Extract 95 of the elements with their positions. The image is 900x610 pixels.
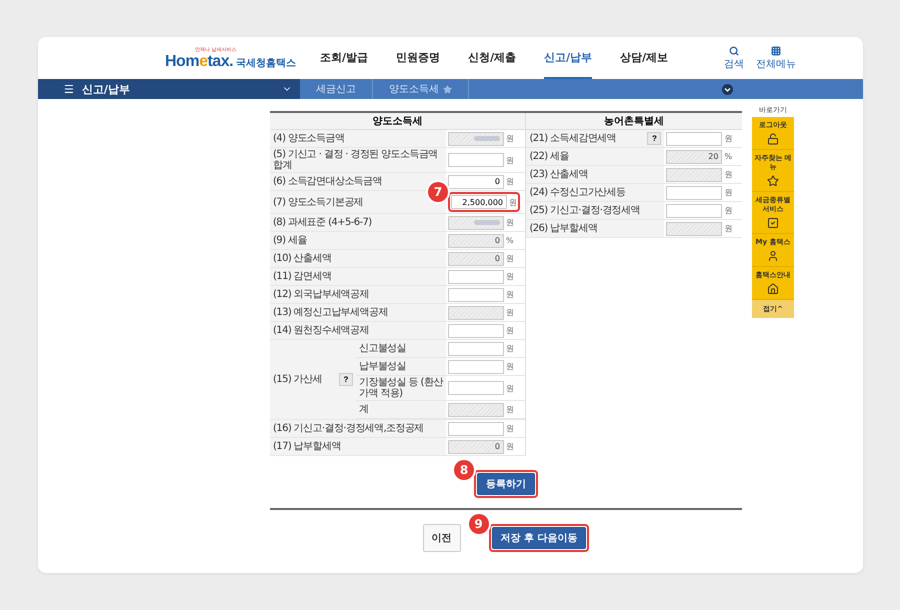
unit-label: 원 <box>506 154 514 166</box>
field-label: (15) 가산세 <box>273 374 323 385</box>
field-label: (17) 납부할세액 <box>270 438 446 455</box>
field-label: (22) 세율 <box>526 148 664 165</box>
previous-button[interactable]: 이전 <box>422 524 461 552</box>
input-field[interactable] <box>666 186 722 200</box>
field-label: (14) 원천징수세액공제 <box>270 322 446 339</box>
input-field[interactable] <box>448 360 504 374</box>
field-label: (25) 기신고·결정·경정세액 <box>526 202 664 219</box>
star-icon <box>767 175 779 187</box>
readonly-field <box>666 168 722 182</box>
unit-label: 원 <box>506 441 514 452</box>
input-field[interactable] <box>448 381 504 395</box>
readonly-field <box>666 222 722 236</box>
readonly-field <box>448 306 504 320</box>
input-field[interactable] <box>448 342 504 356</box>
user-icon <box>767 250 779 262</box>
field-label: (10) 산출세액 <box>270 250 446 267</box>
nav-tab[interactable]: 신청/제출 <box>468 37 516 79</box>
help-button[interactable]: ? <box>647 132 662 145</box>
search-button[interactable]: 검색 <box>724 46 744 70</box>
blurred-value-field <box>448 132 504 146</box>
field-label: (26) 납부할세액 <box>526 220 664 237</box>
input-field[interactable]: 0 <box>448 174 504 188</box>
field-label: (24) 수정신고가산세등 <box>526 184 664 201</box>
unit-label: 원 <box>506 343 514 354</box>
star-icon[interactable] <box>443 84 452 94</box>
all-menu-button[interactable]: 전체메뉴 <box>756 46 796 70</box>
input-field[interactable] <box>448 422 504 436</box>
unit-label: 원 <box>506 133 514 144</box>
unit-label: 원 <box>506 253 514 264</box>
readonly-field: 0 <box>448 252 504 266</box>
unit-label: 원 <box>506 404 514 415</box>
step-badge: 8 <box>454 460 474 480</box>
field-label: (16) 기신고·결정·경정세액,조정공제 <box>270 420 446 437</box>
grid-icon <box>771 46 782 56</box>
unit-label: % <box>506 236 514 245</box>
field-label: (21) 소득세감면세액 <box>529 133 617 144</box>
field-label: (13) 예정신고납부세액공제 <box>270 304 446 321</box>
breadcrumb-link[interactable]: 세금신고 <box>300 79 373 99</box>
unit-label: 원 <box>724 169 732 180</box>
unit-label: 원 <box>506 176 514 187</box>
input-field[interactable] <box>448 288 504 302</box>
blurred-value-field <box>448 216 504 230</box>
unit-label: 원 <box>506 217 514 228</box>
unit-label: 원 <box>724 133 732 144</box>
nav-tab[interactable]: 조회/발급 <box>320 37 368 79</box>
column-header: 농어촌특별세 <box>526 113 742 130</box>
field-label: 신고불성실 <box>356 340 446 357</box>
unit-label: 원 <box>506 307 514 318</box>
unit-label: 원 <box>506 325 514 336</box>
check-icon <box>767 217 779 229</box>
expand-icon[interactable] <box>722 84 733 94</box>
field-label: (4) 양도소득금액 <box>270 130 446 147</box>
field-label: (12) 외국납부세액공제 <box>270 286 446 303</box>
field-label: (11) 감면세액 <box>270 268 446 285</box>
readonly-field <box>448 402 504 416</box>
help-button[interactable]: ? <box>339 373 353 386</box>
unlock-icon <box>767 133 779 145</box>
unit-label: 원 <box>724 187 732 198</box>
unit-label: 원 <box>506 423 514 434</box>
readonly-field: 20 <box>666 150 722 164</box>
unit-label: 원 <box>506 289 514 300</box>
input-field[interactable] <box>666 204 722 218</box>
field-label: (23) 산출세액 <box>526 166 664 183</box>
nav-tab[interactable]: 민원증명 <box>396 37 440 79</box>
input-field[interactable] <box>666 132 722 146</box>
nav-tab[interactable]: 상담/제보 <box>620 37 668 79</box>
menu-dropdown[interactable]: ☰ 신고/납부 <box>38 79 300 99</box>
save-next-button[interactable]: 저장 후 다음이동 <box>492 527 586 549</box>
breadcrumb-link[interactable]: 양도소득세 <box>373 79 469 99</box>
readonly-field: 0 <box>448 234 504 248</box>
field-label: (8) 과세표준 (4+5-6-7) <box>270 214 446 231</box>
unit-label: 원 <box>506 271 514 282</box>
field-label: (9) 세율 <box>270 232 446 249</box>
field-label: 계 <box>356 401 446 418</box>
unit-label: 원 <box>506 361 514 372</box>
input-field[interactable] <box>448 324 504 338</box>
unit-label: 원 <box>724 205 732 216</box>
column-header: 양도소득세 <box>270 113 526 130</box>
input-field[interactable]: 2,500,000 <box>451 195 507 209</box>
field-label: 납부불성실 <box>356 358 446 375</box>
unit-label: 원 <box>724 223 732 234</box>
readonly-field: 0 <box>448 440 504 454</box>
field-label: 기장불성실 등 (환산가액 적용) <box>356 376 446 400</box>
step-badge: 9 <box>468 514 489 534</box>
search-icon <box>729 46 740 56</box>
unit-label: 원 <box>509 196 517 208</box>
input-field[interactable] <box>448 270 504 284</box>
unit-label: 원 <box>506 382 514 394</box>
register-button[interactable]: 등록하기 <box>477 473 535 495</box>
home-icon <box>767 283 779 295</box>
field-label: (5) 기신고 · 결정 · 경정된 양도소득금액 합계 <box>270 148 446 172</box>
input-field[interactable] <box>448 153 504 167</box>
unit-label: % <box>724 152 732 161</box>
